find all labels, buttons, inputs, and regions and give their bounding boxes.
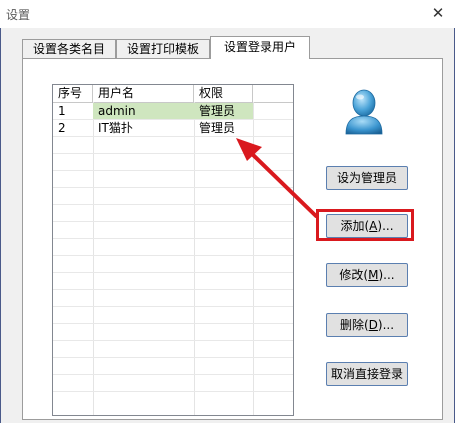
tab-login-users[interactable]: 设置登录用户 [210,36,310,59]
annotation-arrow [236,138,318,218]
